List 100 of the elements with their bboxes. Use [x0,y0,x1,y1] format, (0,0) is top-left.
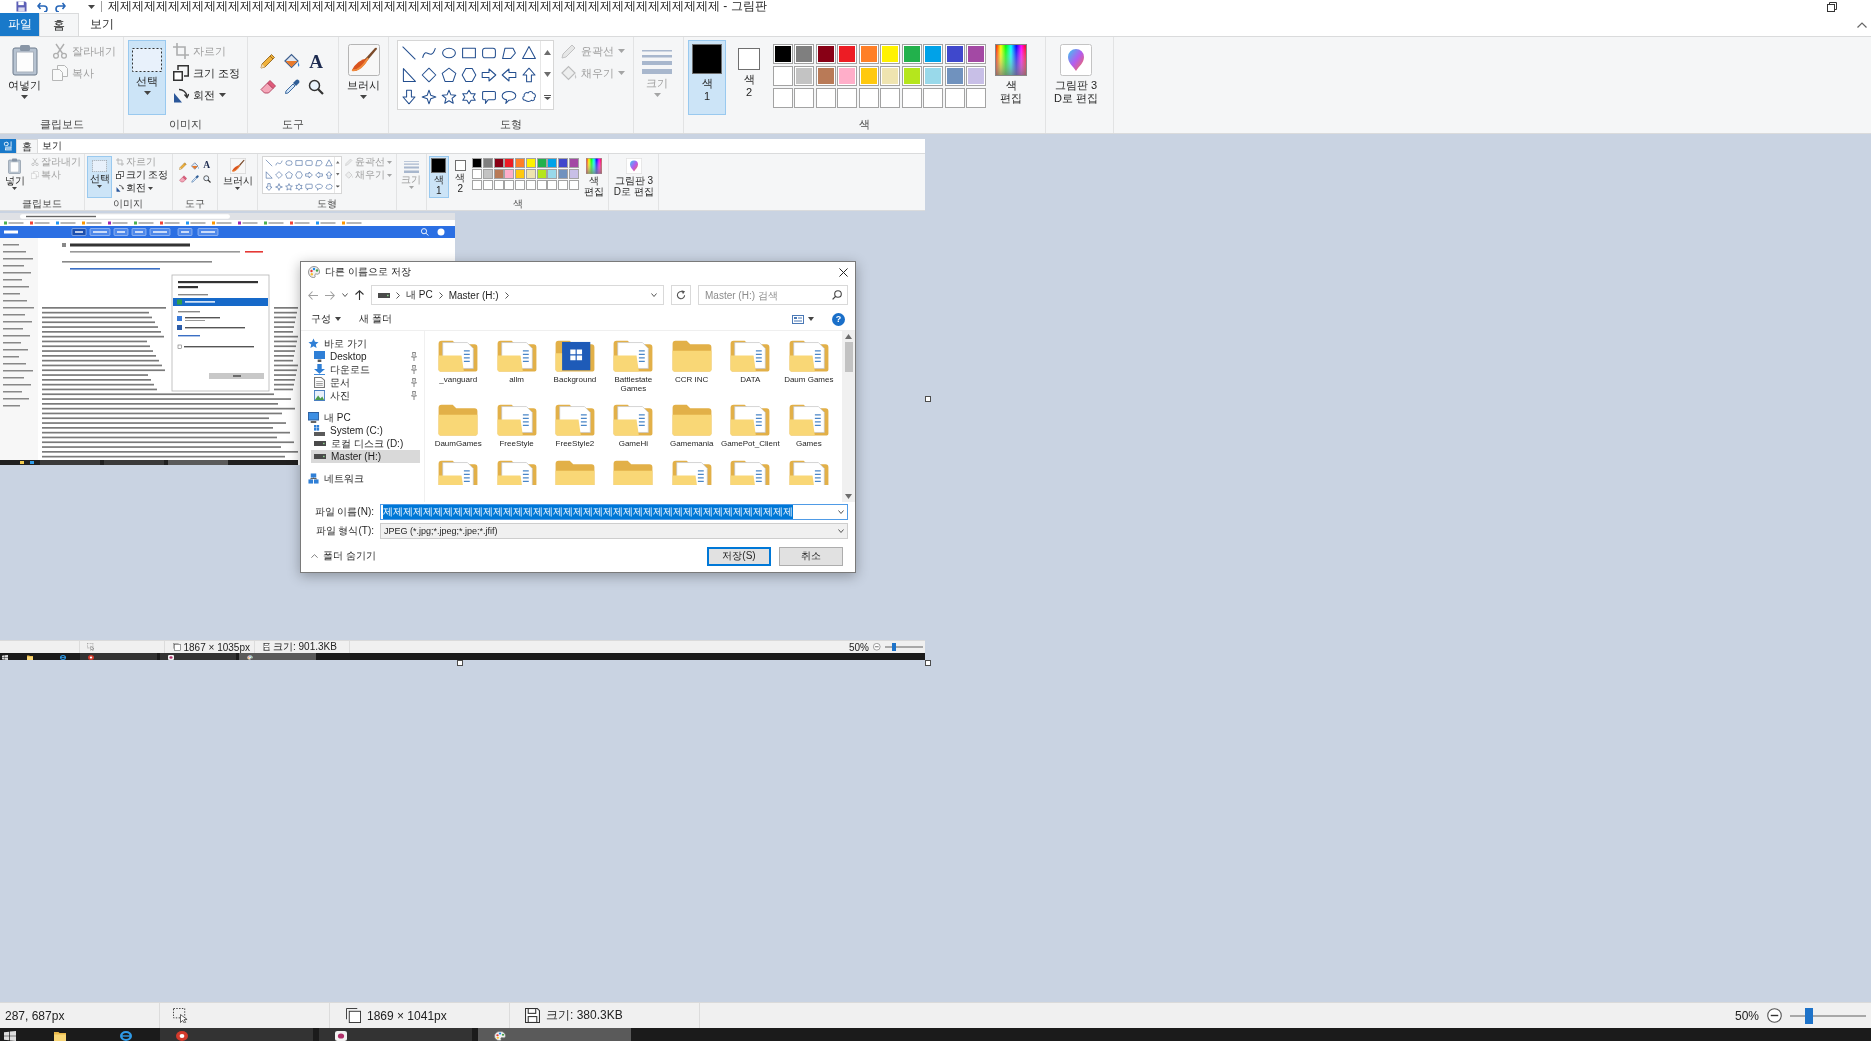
caret-icon[interactable] [651,293,657,297]
color-swatch[interactable] [515,168,526,179]
ribbon-tab[interactable]: 보기 [79,13,125,36]
edit-colors-button[interactable]: 색 편집 [991,40,1032,115]
view-options-button[interactable] [792,314,814,324]
color-swatch[interactable] [772,66,793,86]
folder-item[interactable]: GameHi [604,403,663,449]
triangle-shape-icon[interactable] [521,45,538,61]
edit-colors-button[interactable]: 색 편집 [581,155,607,198]
color-button[interactable]: 색 1 [428,155,449,198]
paint-3d-button[interactable]: 그림판 3 D로 편집 [1050,40,1103,115]
file-menu-button[interactable]: 일 [0,139,16,153]
color-swatch[interactable] [504,157,515,168]
windows-logo-icon[interactable] [4,1031,16,1041]
navigation-item[interactable]: System (C:) [311,424,420,437]
five-point-star-shape-icon[interactable] [441,89,458,105]
eraser-icon[interactable] [260,79,277,95]
paint-3d-button[interactable]: 그림판 3 D로 편집 [611,155,657,198]
resize-button[interactable]: 크기 조정 [114,168,170,182]
zoom-slider[interactable] [884,643,923,651]
pentagon-shape-icon[interactable] [441,67,458,83]
save-icon[interactable] [16,1,27,12]
zoom-out-icon[interactable] [1767,1008,1782,1023]
refresh-button[interactable] [671,285,691,305]
file-name-field[interactable]: 제제제제제제제제제제제제제제제제제제제제제제제제제제제제제제제제제제제제제제제제제 [380,503,848,520]
slider-thumb[interactable] [892,643,896,651]
color-swatch[interactable] [547,157,558,168]
color-swatch[interactable] [815,66,836,86]
expand-icon[interactable] [543,95,551,101]
scroll-down-icon[interactable] [543,72,551,78]
color-swatch[interactable] [901,66,922,86]
folder-item[interactable]: DATA [720,339,780,394]
brushes-button[interactable]: 브러시 [220,155,256,198]
resize-button[interactable]: 크기 조정 [170,62,244,84]
curve-shape-icon[interactable] [421,45,438,61]
color-swatch[interactable] [568,157,579,168]
select-button[interactable]: 선택 [128,40,166,115]
folder-icon[interactable] [27,654,33,660]
color-swatch[interactable] [944,44,965,64]
color-swatch[interactable] [547,168,558,179]
help-button[interactable]: ? [832,312,845,326]
navigation-item[interactable]: 바로 가기 [305,337,420,350]
eraser-icon[interactable] [178,175,187,183]
folder-item[interactable]: Games [779,403,838,449]
scroll-up-icon[interactable] [336,161,340,164]
folder-item[interactable]: Battlestate Games [604,339,663,394]
color-swatch[interactable] [815,44,836,64]
search-field[interactable]: Master (H:) 검색 [698,285,848,305]
color-swatch[interactable] [568,168,579,179]
resize-handle[interactable] [457,660,463,666]
oval-callout-shape-icon[interactable] [501,89,518,105]
text-tool-button[interactable]: A [309,51,323,71]
expand-icon[interactable] [336,185,340,188]
right-arrow-shape-icon[interactable] [481,67,498,83]
select-button[interactable]: 선택 [87,155,112,198]
color-swatch[interactable] [482,157,493,168]
right-triangle-shape-icon[interactable] [401,67,418,83]
folder-icon[interactable] [54,1031,66,1041]
color-button[interactable]: 색 1 [688,40,727,115]
color-swatch[interactable] [772,44,793,64]
down-arrow-shape-icon[interactable] [401,89,418,105]
polygon-shape-icon[interactable] [501,45,518,61]
taskbar-app-button[interactable] [319,1028,472,1041]
color-picker-icon[interactable] [190,175,199,183]
line-shape-icon[interactable] [401,45,418,61]
color-swatch[interactable] [794,44,815,64]
paste-button[interactable]: 넣기 [2,155,27,198]
scroll-up-icon[interactable] [543,49,551,55]
address-bar[interactable]: 내 PC Master (H:) [371,285,664,305]
breadcrumb-item[interactable]: Master (H:) [448,289,499,301]
color-swatch[interactable] [482,168,493,179]
rotate-button[interactable]: 회전 [114,181,170,195]
windows-logo-icon[interactable] [2,654,8,660]
scroll-up-icon[interactable] [845,334,852,339]
slider-thumb[interactable] [1805,1007,1813,1024]
six-point-star-shape-icon[interactable] [461,89,478,105]
up-arrow-icon[interactable] [355,290,364,300]
color-swatch[interactable] [966,66,987,86]
color-swatch[interactable] [901,44,922,64]
rectangular-callout-shape-icon[interactable] [481,89,498,105]
color-swatch[interactable] [525,168,536,179]
color-swatch[interactable] [558,168,569,179]
color-swatch[interactable] [525,157,536,168]
dialog-button[interactable]: 저장(S) [707,546,771,566]
color-swatch[interactable] [472,157,483,168]
color-picker-icon[interactable] [284,79,301,95]
paste-button[interactable]: 여넣기 [4,40,45,115]
color-swatch[interactable] [515,157,526,168]
four-point-star-shape-icon[interactable] [274,182,283,191]
navigation-item[interactable]: Master (H:) [311,450,420,463]
new-folder-button[interactable]: 새 폴더 [359,312,392,326]
caret-icon[interactable] [342,293,348,297]
hexagon-shape-icon[interactable] [461,67,478,83]
folder-item[interactable]: Daum Games [779,339,838,394]
folder-item[interactable]: GamePot_Client [720,403,780,449]
folder-item[interactable]: CCR INC [662,339,721,394]
ribbon-tab[interactable]: 홈 [16,139,38,153]
browser-icon[interactable] [120,1031,132,1041]
back-arrow-icon[interactable] [308,290,318,300]
fill-bucket-icon[interactable] [190,162,199,170]
